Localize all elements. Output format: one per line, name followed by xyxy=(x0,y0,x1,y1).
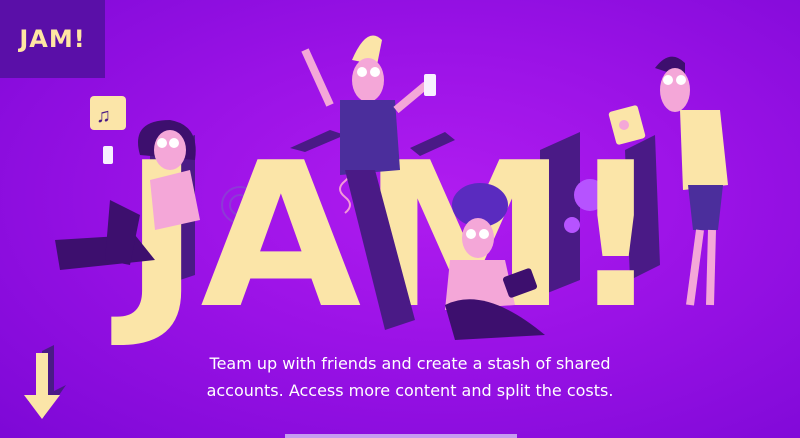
tagline-line-2: accounts. Access more content and split … xyxy=(206,381,614,400)
bottom-bar xyxy=(285,434,517,438)
tagline-line-1: Team up with friends and create a stash … xyxy=(209,354,611,373)
music-note-icon: ♫ xyxy=(96,105,111,127)
tagline: Team up with friends and create a stash … xyxy=(160,350,660,404)
arrow-down-icon[interactable] xyxy=(22,345,72,425)
